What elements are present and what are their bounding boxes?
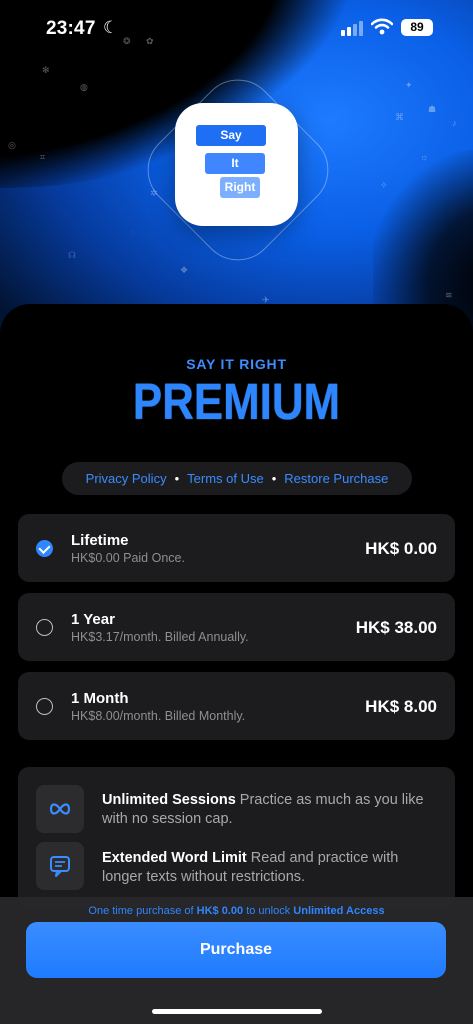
link-separator: •: [271, 471, 277, 486]
page-title: PREMIUM: [132, 373, 341, 430]
app-icon-chip: Say: [196, 125, 266, 146]
privacy-policy-link[interactable]: Privacy Policy: [86, 471, 167, 486]
purchase-note-amount: HK$ 0.00: [196, 905, 244, 917]
home-indicator: [152, 1009, 322, 1014]
plan-name: Lifetime: [71, 532, 129, 549]
feature-title: Unlimited Sessions: [102, 792, 236, 808]
doodle-icon: ✦: [405, 80, 413, 90]
app-icon-chip: Right: [220, 177, 260, 198]
plan-price: HK$ 0.00: [365, 539, 437, 558]
plan-name: 1 Month: [71, 690, 129, 707]
doodle-icon: ✻: [42, 65, 50, 75]
cellular-signal-icon: [341, 20, 365, 36]
app-icon: Say It Right: [175, 103, 298, 226]
doodle-icon: ◌: [130, 228, 136, 238]
radio-checked-icon[interactable]: [36, 540, 53, 557]
doodle-icon: ≋: [445, 290, 453, 300]
radio-unchecked-icon[interactable]: [36, 698, 53, 715]
hero-dark-corner: [373, 150, 473, 330]
purchase-note: One time purchase of HK$ 0.00 to unlock …: [0, 905, 473, 917]
radio-unchecked-icon[interactable]: [36, 619, 53, 636]
doodle-icon: ☗: [428, 104, 437, 114]
feature-list: Unlimited Sessions Practice as much as y…: [18, 767, 455, 907]
feature-extended-word-limit: Extended Word Limit Read and practice wi…: [102, 849, 437, 887]
plan-price: HK$ 8.00: [365, 697, 437, 716]
infinity-icon: [36, 785, 84, 833]
purchase-note-target: Unlimited Access: [293, 905, 385, 917]
purchase-button[interactable]: Purchase: [26, 922, 446, 978]
status-bar: 23:47 ☾ 89: [0, 0, 473, 56]
legal-links: Privacy Policy • Terms of Use • Restore …: [62, 462, 412, 495]
page-kicker: SAY IT RIGHT: [186, 356, 287, 372]
restore-purchase-link[interactable]: Restore Purchase: [284, 471, 388, 486]
feature-unlimited-sessions: Unlimited Sessions Practice as much as y…: [102, 791, 437, 829]
doodle-icon: ❖: [180, 265, 189, 275]
doodle-icon: ♪: [452, 118, 457, 128]
doodle-icon: ☼: [420, 152, 429, 162]
plan-price: HK$ 38.00: [355, 618, 437, 637]
plan-option-1-year[interactable]: 1 Year HK$3.17/month. Billed Annually. H…: [18, 593, 455, 661]
battery-indicator: 89: [401, 19, 433, 36]
terms-of-use-link[interactable]: Terms of Use: [187, 471, 264, 486]
plan-option-lifetime[interactable]: Lifetime HK$0.00 Paid Once. HK$ 0.00: [18, 514, 455, 582]
app-icon-chip: It: [205, 153, 265, 174]
doodle-icon: ⌗: [40, 152, 46, 162]
wifi-icon: [370, 18, 394, 40]
doodle-icon: ◎: [8, 140, 16, 150]
moon-icon: ☾: [103, 18, 119, 37]
purchase-note-middle: to unlock: [246, 905, 291, 917]
text-bubble-icon: [36, 842, 84, 890]
plan-subtitle: HK$0.00 Paid Once.: [71, 551, 185, 565]
doodle-icon: ⌘: [395, 112, 404, 122]
feature-title: Extended Word Limit: [102, 850, 247, 866]
plan-subtitle: HK$8.00/month. Billed Monthly.: [71, 709, 246, 723]
link-separator: •: [174, 471, 180, 486]
plan-subtitle: HK$3.17/month. Billed Annually.: [71, 630, 249, 644]
plan-option-1-month[interactable]: 1 Month HK$8.00/month. Billed Monthly. H…: [18, 672, 455, 740]
doodle-icon: ◍: [80, 82, 88, 92]
status-time: 23:47: [46, 18, 96, 39]
plan-name: 1 Year: [71, 611, 115, 628]
doodle-icon: ✧: [380, 180, 388, 190]
purchase-note-prefix: One time purchase of: [88, 905, 194, 917]
doodle-icon: ☊: [68, 250, 76, 260]
